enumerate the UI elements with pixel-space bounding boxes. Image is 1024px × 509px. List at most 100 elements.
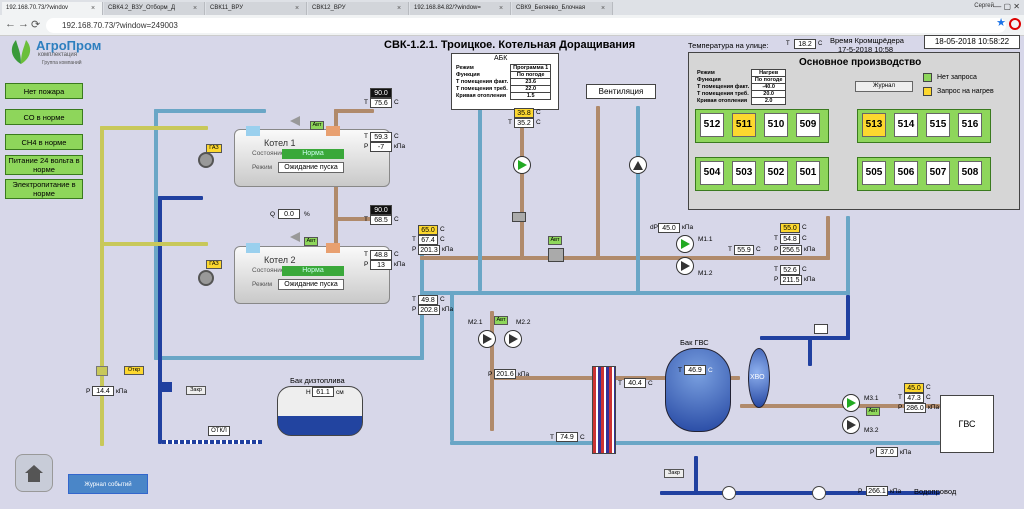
room-512[interactable]: 512: [700, 113, 724, 137]
room-513[interactable]: 513: [862, 113, 886, 137]
ch4-status-button[interactable]: СН4 в норме: [5, 134, 83, 150]
browser-tab-1[interactable]: 192.168.70.73/?windov ×: [2, 2, 103, 15]
ventilation-button[interactable]: Вентиляция: [586, 84, 656, 99]
unit-kpa: кПа: [900, 449, 912, 456]
journal-button[interactable]: Журнал: [855, 81, 913, 92]
water-label: Водопровод: [914, 487, 957, 496]
browser-tab-2[interactable]: СВК4.2_ВЗУ_Отборм_Д ×: [104, 2, 205, 15]
boiler-1-setpoint[interactable]: 90.0: [370, 88, 392, 98]
boiler-1-avt-button[interactable]: Авт: [310, 121, 324, 130]
pipe-water: [808, 336, 812, 366]
browser-tab-5[interactable]: 192.168.84.82/?window= ×: [410, 2, 511, 15]
mix-valve-icon[interactable]: [548, 248, 564, 262]
m3-1-label: М3.1: [864, 395, 879, 402]
common-setpoint[interactable]: 65.0: [418, 225, 438, 235]
window-controls[interactable]: — ▢ ✕: [993, 2, 1020, 11]
abk-panel[interactable]: АБК Режим Программа 1 Функция По погоде T …: [451, 53, 559, 110]
room-515[interactable]: 515: [926, 113, 950, 137]
abk-valve-icon[interactable]: [512, 212, 526, 222]
back-icon[interactable]: ←: [5, 18, 16, 30]
m2-p: 201.6: [494, 369, 516, 379]
power-status-button[interactable]: Электропитание в норме: [5, 179, 83, 199]
abk-row-value: 1.5: [510, 92, 552, 100]
pipe: [154, 109, 266, 113]
room-508[interactable]: 508: [958, 161, 982, 185]
abk-setpoint[interactable]: 35.8: [514, 108, 534, 118]
m1-p2: 256.5: [780, 245, 802, 255]
gvs-box[interactable]: ГВС: [940, 395, 994, 453]
close-icon[interactable]: ×: [91, 2, 98, 15]
water-p: 266.1: [866, 486, 888, 496]
otkl-button[interactable]: ОТКЛ: [208, 426, 230, 436]
boiler-2-avt-button[interactable]: Авт: [304, 237, 318, 246]
m3-avt-button[interactable]: Авт: [866, 407, 880, 416]
home-button[interactable]: [15, 454, 53, 492]
t-label: T: [508, 119, 512, 126]
browser-tab-4[interactable]: СВК12_ВРУ ×: [308, 2, 409, 15]
burner-2-icon: [198, 270, 214, 286]
gas-otkr-button[interactable]: Откр: [124, 366, 144, 375]
close-icon[interactable]: ×: [601, 2, 608, 15]
power24-status-button[interactable]: Питание 24 вольта в норме: [5, 155, 83, 175]
prod-row-value: 2.0: [751, 97, 787, 105]
abk-row-value: По погоде: [510, 71, 552, 79]
browser-tab-6[interactable]: СВК9_Беляево_Блочная ×: [512, 2, 613, 15]
pump-m3-2[interactable]: [842, 416, 860, 434]
room-516[interactable]: 516: [958, 113, 982, 137]
room-505[interactable]: 505: [862, 161, 886, 185]
room-511[interactable]: 511: [732, 113, 756, 137]
profile-name[interactable]: Сергей: [974, 3, 994, 9]
logo-name: АгроПром: [36, 38, 102, 53]
room-509[interactable]: 509: [796, 113, 820, 137]
pump-m2-1[interactable]: [478, 330, 496, 348]
fire-status-button[interactable]: Нет пожара: [5, 83, 83, 99]
gvs-tank[interactable]: [665, 348, 731, 432]
room-514[interactable]: 514: [894, 113, 918, 137]
room-507[interactable]: 507: [926, 161, 950, 185]
room-506[interactable]: 506: [894, 161, 918, 185]
diesel-zakr-button[interactable]: Закр: [186, 386, 206, 395]
url-input[interactable]: 192.168.70.73/?window=249003: [46, 18, 1006, 33]
m2-avt-button[interactable]: Авт: [494, 316, 508, 325]
close-icon[interactable]: ×: [499, 2, 506, 15]
m3-p: 286.0: [904, 403, 926, 413]
abk-pump[interactable]: [513, 156, 531, 174]
unit-kpa: кПа: [890, 488, 902, 495]
mix-valve-avt-button[interactable]: Авт: [548, 236, 562, 245]
gas-valve-1-button[interactable]: ГАЗ: [206, 144, 222, 153]
close-icon[interactable]: ×: [295, 2, 302, 15]
water-valve-zakr-button[interactable]: Закр: [664, 469, 684, 478]
pump-m3-1[interactable]: [842, 394, 860, 412]
pipe: [846, 216, 850, 295]
home-icon: [25, 465, 43, 482]
boiler-2-setpoint[interactable]: 90.0: [370, 205, 392, 215]
co-status-button[interactable]: СО в норме: [5, 109, 83, 125]
room-502[interactable]: 502: [764, 161, 788, 185]
reload-icon[interactable]: ⟳: [31, 18, 40, 31]
pump-m2-2[interactable]: [504, 330, 522, 348]
unit-c: С: [648, 380, 653, 387]
pump-m1-2[interactable]: [676, 257, 694, 275]
p-label: P: [86, 388, 91, 395]
room-510[interactable]: 510: [764, 113, 788, 137]
browser-tab-3[interactable]: СВК11_ВРУ ×: [206, 2, 307, 15]
m3-setpoint[interactable]: 45.0: [904, 383, 924, 393]
room-503[interactable]: 503: [732, 161, 756, 185]
close-icon[interactable]: ×: [397, 2, 404, 15]
room-501[interactable]: 501: [796, 161, 820, 185]
gas-main-valve-icon[interactable]: [96, 366, 108, 376]
room-504[interactable]: 504: [700, 161, 724, 185]
events-journal-button[interactable]: Журнал событий: [68, 474, 148, 494]
t-label: T: [364, 216, 368, 223]
p-label: P: [488, 371, 493, 378]
m1-setpoint[interactable]: 55.0: [780, 223, 800, 233]
gas-valve-2-button[interactable]: ГАЗ: [206, 260, 222, 269]
diesel-valve-icon[interactable]: [160, 382, 172, 392]
pump-m1-1[interactable]: [676, 235, 694, 253]
close-icon[interactable]: ×: [193, 2, 200, 15]
vent-pump[interactable]: [629, 156, 647, 174]
forward-icon[interactable]: →: [18, 18, 29, 30]
star-icon[interactable]: ★: [996, 16, 1006, 29]
unit-kpa: кПа: [394, 143, 406, 150]
opera-icon[interactable]: [1009, 18, 1021, 30]
